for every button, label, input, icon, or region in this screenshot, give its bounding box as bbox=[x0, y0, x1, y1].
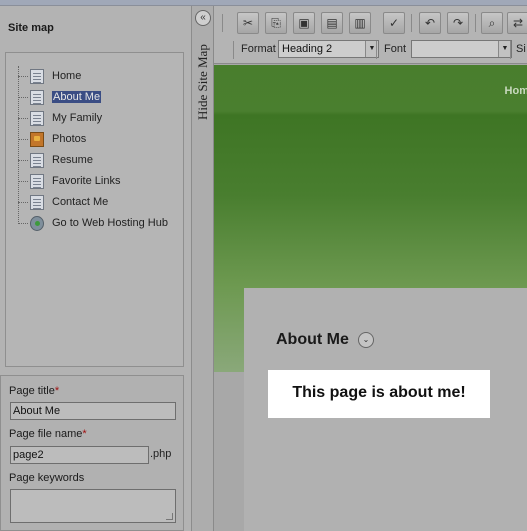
paste-icon: ▣ bbox=[298, 16, 310, 30]
sidebar-item-label: Favorite Links bbox=[52, 175, 121, 187]
required-marker: * bbox=[54, 385, 60, 397]
sidebar-item-label: Home bbox=[52, 70, 82, 82]
spellcheck-icon: ✓ bbox=[388, 16, 400, 30]
toolbar-separator bbox=[510, 41, 511, 59]
toolbar-separator bbox=[376, 41, 377, 59]
web-hosting-hub-icon bbox=[30, 215, 44, 231]
sidebar-item-home[interactable]: Home bbox=[18, 67, 81, 85]
file-extension-label: .php bbox=[150, 448, 172, 460]
page-file-name-input[interactable]: page2 bbox=[10, 446, 149, 464]
replace-icon: ⇄ bbox=[512, 16, 524, 30]
toolbar-separator bbox=[475, 14, 476, 32]
toolbar-separator bbox=[411, 14, 412, 32]
toolbar-row-2: Format Heading 2 ▼ Font ▼ Si bbox=[214, 39, 527, 63]
toolbar-separator bbox=[222, 14, 223, 32]
format-select[interactable]: Heading 2 ▼ bbox=[278, 40, 379, 58]
replace-button[interactable]: ⇄ bbox=[507, 12, 527, 34]
page-icon bbox=[30, 173, 44, 189]
sidebar-item-contact-me[interactable]: Contact Me bbox=[18, 193, 108, 211]
resize-grip-icon[interactable] bbox=[166, 513, 173, 520]
page-icon bbox=[30, 89, 44, 105]
font-select[interactable]: ▼ bbox=[411, 40, 512, 58]
copy-icon: ⎘ bbox=[271, 16, 281, 30]
content-panel: About Me ⌄ This page is about me! bbox=[244, 288, 527, 531]
find-button[interactable]: ⌕ bbox=[481, 12, 503, 34]
page-heading[interactable]: About Me bbox=[276, 331, 349, 349]
sidebar-item-label: My Family bbox=[52, 112, 103, 124]
sidebar-item-label: Resume bbox=[52, 154, 93, 166]
cut-button[interactable]: ✂ bbox=[237, 12, 259, 34]
sidebar-item-resume[interactable]: Resume bbox=[18, 151, 93, 169]
page-keywords-textarea[interactable] bbox=[10, 489, 176, 523]
page-file-name-label: Page file name* bbox=[9, 428, 87, 440]
site-map-tree: Home About Me My Family Photos Resume Fa… bbox=[5, 52, 184, 367]
format-label: Format bbox=[241, 43, 276, 55]
hide-site-map-button[interactable]: Hide Site Map bbox=[195, 44, 211, 134]
page-icon bbox=[30, 110, 44, 126]
editor-toolbar: ✂ ⎘ ▣ ▤ ▥ ✓ ↶ ↷ ⌕ ⇄ Format Heading 2 ▼ F… bbox=[214, 6, 527, 64]
paste-text-button[interactable]: ▤ bbox=[321, 12, 343, 34]
hide-site-map-strip: « Hide Site Map bbox=[192, 6, 214, 531]
page-properties-panel: Page title* About Me Page file name* pag… bbox=[0, 375, 184, 531]
required-marker: * bbox=[82, 428, 87, 440]
page-title-label: Page title* bbox=[9, 385, 60, 397]
site-map-title: Site map bbox=[8, 22, 54, 34]
nav-link-home[interactable]: Hom bbox=[505, 85, 527, 97]
page-title-input[interactable]: About Me bbox=[10, 402, 176, 420]
copy-button[interactable]: ⎘ bbox=[265, 12, 287, 34]
site-map-panel: Site map Home About Me My Family Photos … bbox=[0, 6, 192, 531]
paste-button[interactable]: ▣ bbox=[293, 12, 315, 34]
toolbar-row-1: ✂ ⎘ ▣ ▤ ▥ ✓ ↶ ↷ ⌕ ⇄ bbox=[214, 9, 527, 35]
undo-icon: ↶ bbox=[424, 16, 436, 30]
sidebar-item-about-me[interactable]: About Me bbox=[18, 88, 102, 106]
page-icon bbox=[30, 194, 44, 210]
page-icon bbox=[30, 68, 44, 84]
redo-button[interactable]: ↷ bbox=[447, 12, 469, 34]
undo-button[interactable]: ↶ bbox=[419, 12, 441, 34]
photos-icon bbox=[30, 131, 44, 147]
paste-text-icon: ▤ bbox=[326, 16, 338, 30]
text-block[interactable]: This page is about me! bbox=[268, 370, 490, 418]
sidebar-item-web-hosting-hub[interactable]: Go to Web Hosting Hub bbox=[18, 214, 168, 232]
chevron-down-icon[interactable]: ⌄ bbox=[358, 332, 374, 348]
sidebar-item-label: Go to Web Hosting Hub bbox=[52, 217, 168, 229]
binoculars-icon: ⌕ bbox=[488, 16, 496, 30]
sidebar-item-photos[interactable]: Photos bbox=[18, 130, 86, 148]
spellcheck-button[interactable]: ✓ bbox=[383, 12, 405, 34]
sidebar-item-label: Photos bbox=[52, 133, 87, 145]
size-label: Si bbox=[516, 43, 526, 55]
sidebar-item-my-family[interactable]: My Family bbox=[18, 109, 102, 127]
font-label: Font bbox=[384, 43, 407, 55]
page-keywords-label: Page keywords bbox=[9, 472, 85, 484]
sidebar-item-label: Contact Me bbox=[52, 196, 109, 208]
format-select-value: Heading 2 bbox=[282, 43, 333, 55]
scissors-icon: ✂ bbox=[242, 16, 254, 30]
sidebar-item-label: About Me bbox=[52, 91, 102, 103]
toolbar-separator bbox=[233, 41, 234, 59]
paste-word-button[interactable]: ▥ bbox=[349, 12, 371, 34]
callout-text: This page is about me! bbox=[292, 384, 466, 401]
page-icon bbox=[30, 152, 44, 168]
redo-icon: ↷ bbox=[452, 16, 464, 30]
double-chevron-left-icon[interactable]: « bbox=[195, 10, 211, 26]
sidebar-item-favorite-links[interactable]: Favorite Links bbox=[18, 172, 120, 190]
editor-canvas[interactable]: Hom About Me ⌄ This page is about me! bbox=[214, 65, 527, 531]
paste-word-icon: ▥ bbox=[354, 16, 366, 30]
